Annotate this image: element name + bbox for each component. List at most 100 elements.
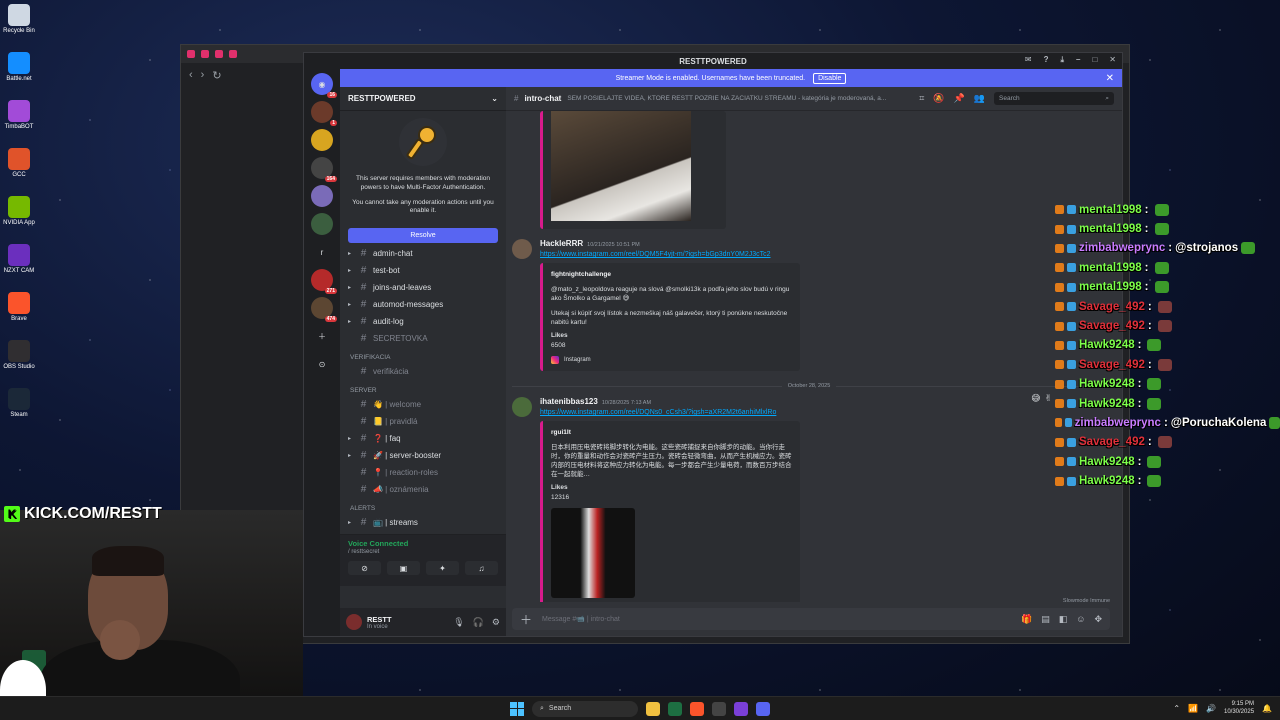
app-icon[interactable] [734, 701, 748, 716]
category-server[interactable]: SERVER [346, 380, 500, 396]
chevron-up-icon[interactable]: ⌃ [1173, 704, 1180, 713]
channel-streams[interactable]: ▸ # 📺 | streams [346, 514, 500, 531]
message-link[interactable]: https://www.instagram.com/reel/DQNs0_cCs… [540, 409, 1112, 416]
server-icon[interactable]: 474 [311, 297, 337, 322]
headphones-icon[interactable]: 🎧 [473, 617, 484, 628]
avatar[interactable] [512, 397, 532, 417]
start-button[interactable] [510, 701, 524, 716]
channel-item[interactable]: # SECRETOVKA [346, 330, 500, 347]
gif-icon[interactable]: ▤ [1041, 614, 1050, 625]
message-author[interactable]: HackleRRR 10/21/2025 10:51 PM [540, 239, 1112, 248]
channel-item[interactable]: # 👋 | welcome [346, 396, 500, 413]
reaction-bar[interactable]: 😅 ✌ [1031, 393, 1052, 404]
obs-icon[interactable] [712, 701, 726, 716]
desktop-icon[interactable]: NZXT CAM [0, 240, 38, 288]
embed-image[interactable] [540, 111, 726, 229]
close-icon[interactable]: ✕ [1109, 55, 1116, 65]
microphone-icon[interactable]: 🎙 [453, 617, 464, 628]
gift-icon[interactable]: 🎁 [1021, 614, 1032, 625]
sticker-icon[interactable]: ◧ [1059, 614, 1068, 625]
discover-icon[interactable]: ⊙ [311, 353, 333, 375]
avatar[interactable] [346, 614, 362, 630]
desktop-icon[interactable]: GCC [0, 144, 38, 192]
brave-icon[interactable] [690, 701, 704, 716]
voice-channel[interactable]: / resttsecret [348, 549, 498, 555]
desktop-icon[interactable]: Brave [0, 288, 38, 336]
emoji-icon[interactable]: ☺ [1076, 614, 1085, 625]
resolve-button[interactable]: Resolve [348, 228, 498, 244]
channel-item[interactable]: # 📍 | reaction-roles [346, 464, 500, 481]
disable-streamer-button[interactable]: Disable [813, 72, 847, 84]
notification-icon[interactable]: 🔕 [933, 93, 944, 104]
home-button[interactable]: ◉ 16 [311, 73, 337, 98]
members-icon[interactable]: 👥 [974, 93, 985, 104]
reload-icon[interactable]: ↻ [212, 69, 221, 82]
clock[interactable]: 9:15 PM 10/30/2025 [1224, 701, 1254, 717]
notification-icon[interactable]: 🔔 [1262, 704, 1272, 713]
add-server-icon[interactable]: ＋ [311, 325, 333, 347]
server-folder[interactable]: r [311, 241, 333, 263]
desktop-icon[interactable]: Battle.net [0, 48, 38, 96]
message-input[interactable]: ＋ Message #📹 | intro-chat 🎁 ▤ ◧ ☺ ✥ [512, 608, 1110, 630]
category-alerts[interactable]: ALERTS [346, 498, 500, 514]
message-link[interactable]: https://www.instagram.com/reel/DQM5F4yjt… [540, 251, 1112, 258]
voice-status[interactable]: Voice Connected [348, 539, 498, 548]
back-icon[interactable]: ‹ [189, 69, 193, 81]
channel-item[interactable]: ▸ # joins-and-leaves [346, 279, 500, 296]
desktop-icon[interactable]: OBS Studio [0, 336, 38, 384]
maximize-icon[interactable]: □ [1092, 55, 1097, 65]
chevron-down-icon[interactable]: ⌄ [491, 94, 498, 103]
screen-share-button[interactable]: ▣ [387, 561, 420, 575]
excel-icon[interactable] [668, 701, 682, 716]
channel-item[interactable]: ▸ # ❓ | faq [346, 430, 500, 447]
reaction-icon[interactable]: ✌ [1044, 393, 1052, 404]
server-icon[interactable]: 1 [311, 101, 337, 126]
server-icon[interactable] [311, 213, 333, 235]
avatar[interactable] [512, 239, 532, 259]
server-icon[interactable] [311, 185, 333, 207]
category-verifikacia[interactable]: VERIFIKACIA [346, 347, 500, 363]
minimize-icon[interactable]: – [1076, 55, 1080, 65]
forward-icon[interactable]: › [201, 69, 205, 81]
settings-icon[interactable]: ⚙ [492, 617, 500, 628]
add-attachment-icon[interactable]: ＋ [520, 611, 532, 628]
tab-favicon[interactable] [215, 50, 223, 58]
server-icon[interactable]: 271 [311, 269, 337, 294]
help-icon[interactable]: ? [1044, 55, 1049, 65]
close-banner-icon[interactable]: ✕ [1106, 73, 1114, 84]
channel-item[interactable]: ▸ # admin-chat [346, 245, 500, 262]
soundboard-button[interactable]: ♫ [465, 561, 498, 575]
taskbar-search[interactable]: ⌕ Search [532, 700, 638, 717]
discord-icon[interactable] [756, 701, 770, 716]
server-icon[interactable]: 164 [311, 157, 337, 182]
desktop-icon[interactable]: TimbaBOT [0, 96, 38, 144]
file-explorer-icon[interactable] [646, 701, 660, 716]
desktop-icon[interactable]: Steam [0, 384, 38, 432]
server-icon[interactable] [311, 129, 333, 151]
threads-icon[interactable]: ⌗ [919, 93, 924, 104]
channel-verifikacia[interactable]: # verifikácia [346, 363, 500, 380]
tab-favicon[interactable] [187, 50, 195, 58]
download-icon[interactable]: ⤓ [1060, 55, 1064, 65]
apps-icon[interactable]: ✥ [1094, 614, 1102, 625]
channel-item[interactable]: ▸ # 🚀 | server-booster [346, 447, 500, 464]
channel-item[interactable]: # 📣 | oznámenia [346, 481, 500, 498]
channel-item[interactable]: ▸ # automod-messages [346, 296, 500, 313]
embed-title[interactable]: fightnightchallenge [551, 270, 792, 279]
channel-topic[interactable]: SEM POSIELAJTE VIDEÁ, KTORÉ RESTT POZRIE… [567, 95, 886, 102]
server-header[interactable]: RESTTPOWERED ⌄ [340, 87, 506, 111]
message-author[interactable]: ihatenibbas123 10/28/2025 7:13 AM [540, 397, 1112, 406]
embed-title[interactable]: rgui1It [551, 428, 792, 437]
search-input[interactable]: Search ⌕ [994, 92, 1114, 105]
pin-icon[interactable]: 📌 [954, 93, 965, 104]
activities-button[interactable]: ✦ [426, 561, 459, 575]
desktop-icon[interactable]: NVIDIA App [0, 192, 38, 240]
desktop-icon[interactable]: Recycle Bin [0, 0, 38, 48]
channel-item[interactable]: ▸ # test-bot [346, 262, 500, 279]
tab-favicon[interactable] [229, 50, 237, 58]
channel-item[interactable]: # 📒 | pravidlá [346, 413, 500, 430]
camera-button[interactable]: ⊘ [348, 561, 381, 575]
inbox-icon[interactable]: ✉ [1025, 55, 1032, 65]
volume-icon[interactable]: 🔊 [1206, 704, 1216, 713]
reaction-icon[interactable]: 😅 [1031, 393, 1040, 404]
